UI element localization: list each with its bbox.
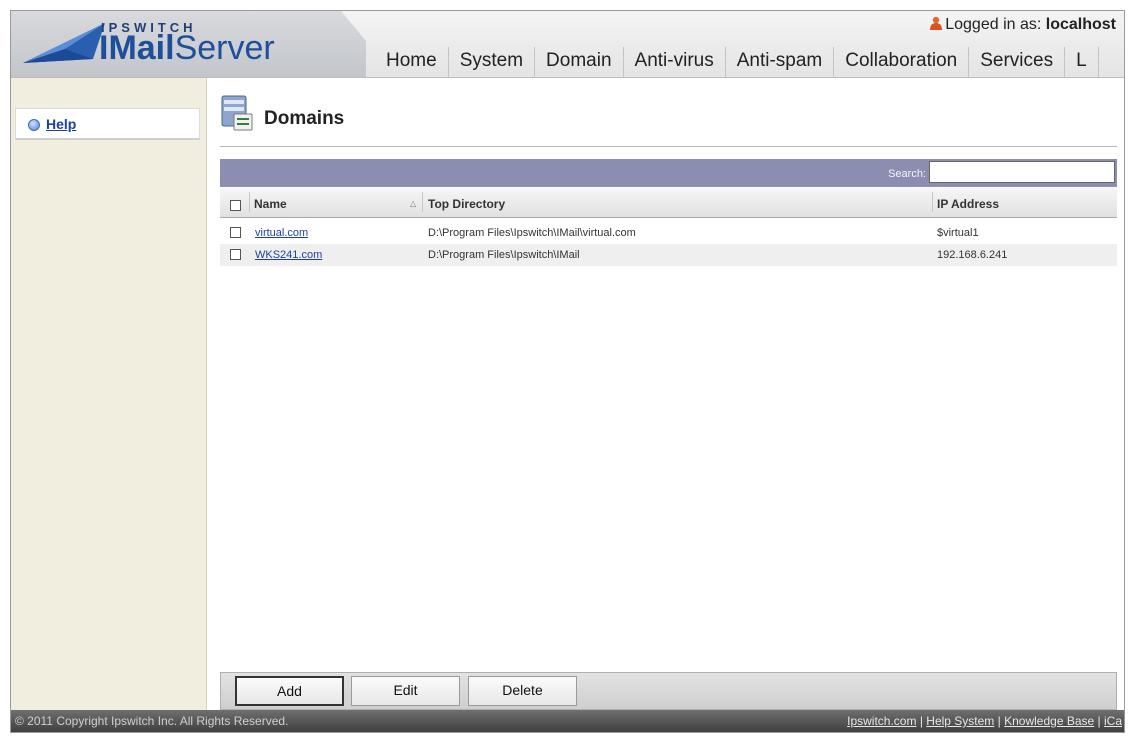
column-separator: [932, 192, 933, 212]
column-separator: [422, 192, 423, 212]
username: localhost: [1045, 16, 1116, 33]
help-item[interactable]: Help: [15, 108, 200, 140]
select-all-checkbox[interactable]: [230, 200, 241, 211]
link-ipswitch[interactable]: Ipswitch.com: [847, 714, 916, 728]
search-label: Search:: [888, 168, 926, 180]
ip-address-cell: $virtual1: [937, 227, 979, 239]
action-bar: Add Edit Delete: [220, 672, 1117, 710]
row-checkbox[interactable]: [230, 249, 241, 260]
link-help-system[interactable]: Help System: [926, 714, 994, 728]
table-header: Name △ Top Directory IP Address: [220, 188, 1117, 218]
product-name-bold: IMail: [99, 29, 175, 67]
column-header-name[interactable]: Name: [254, 197, 287, 211]
user-icon: [930, 16, 943, 30]
logged-in-status: Logged in as: localhost: [930, 16, 1116, 34]
add-button[interactable]: Add: [235, 676, 344, 706]
delete-button[interactable]: Delete: [468, 676, 577, 706]
domain-link[interactable]: virtual.com: [255, 227, 308, 239]
top-directory-cell: D:\Program Files\Ipswitch\IMail: [428, 249, 580, 261]
domain-name-cell: WKS241.com: [255, 249, 322, 261]
search-bar: Search:: [220, 159, 1117, 187]
nav-anti-virus[interactable]: Anti-virus: [624, 47, 726, 77]
edit-button[interactable]: Edit: [351, 676, 460, 706]
server-domain-icon: [221, 95, 253, 131]
link-truncated[interactable]: iCa: [1104, 714, 1122, 728]
app-header: IPSWITCH IMailServer Logged in as: local…: [11, 11, 1124, 78]
nav-home[interactable]: Home: [376, 47, 449, 77]
ip-address-cell: 192.168.6.241: [937, 249, 1008, 261]
status-bar: © 2011 Copyright Ipswitch Inc. All Right…: [11, 710, 1124, 732]
main-content: Domains Search: Name △ Top Directory IP …: [216, 78, 1121, 710]
nav-domain[interactable]: Domain: [535, 47, 624, 77]
sort-asc-icon: △: [410, 199, 417, 208]
table-row[interactable]: WKS241.com D:\Program Files\Ipswitch\IMa…: [220, 244, 1117, 266]
footer-links: Ipswitch.com | Help System | Knowledge B…: [847, 714, 1122, 728]
nav-truncated[interactable]: L: [1065, 47, 1099, 77]
nav-system[interactable]: System: [449, 47, 536, 77]
column-header-ip-address[interactable]: IP Address: [937, 197, 999, 211]
help-icon: [28, 119, 40, 131]
link-knowledge-base[interactable]: Knowledge Base: [1004, 714, 1094, 728]
column-separator: [249, 192, 250, 212]
product-name: IMailServer: [99, 31, 275, 65]
search-input[interactable]: [929, 161, 1115, 183]
main-nav: Home System Domain Anti-virus Anti-spam …: [376, 47, 1099, 77]
row-checkbox[interactable]: [230, 227, 241, 238]
nav-anti-spam[interactable]: Anti-spam: [726, 47, 835, 77]
domains-table: Name △ Top Directory IP Address virtual.…: [220, 188, 1117, 266]
logged-in-prefix: Logged in as:: [945, 16, 1042, 33]
nav-collaboration[interactable]: Collaboration: [834, 47, 970, 77]
app-window: IPSWITCH IMailServer Logged in as: local…: [10, 10, 1125, 733]
product-name-light: Server: [174, 29, 275, 67]
column-header-top-directory[interactable]: Top Directory: [428, 197, 505, 211]
envelope-logo-icon: [23, 23, 105, 63]
help-link[interactable]: Help: [46, 116, 76, 132]
top-directory-cell: D:\Program Files\Ipswitch\IMail\virtual.…: [428, 227, 636, 239]
copyright: © 2011 Copyright Ipswitch Inc. All Right…: [15, 714, 289, 728]
title-divider: [220, 146, 1117, 147]
domain-name-cell: virtual.com: [255, 227, 308, 239]
table-row[interactable]: virtual.com D:\Program Files\Ipswitch\IM…: [220, 222, 1117, 244]
domain-link[interactable]: WKS241.com: [255, 249, 322, 261]
page-title: Domains: [264, 108, 345, 129]
nav-services[interactable]: Services: [969, 47, 1066, 77]
sidebar: Help: [11, 78, 207, 710]
